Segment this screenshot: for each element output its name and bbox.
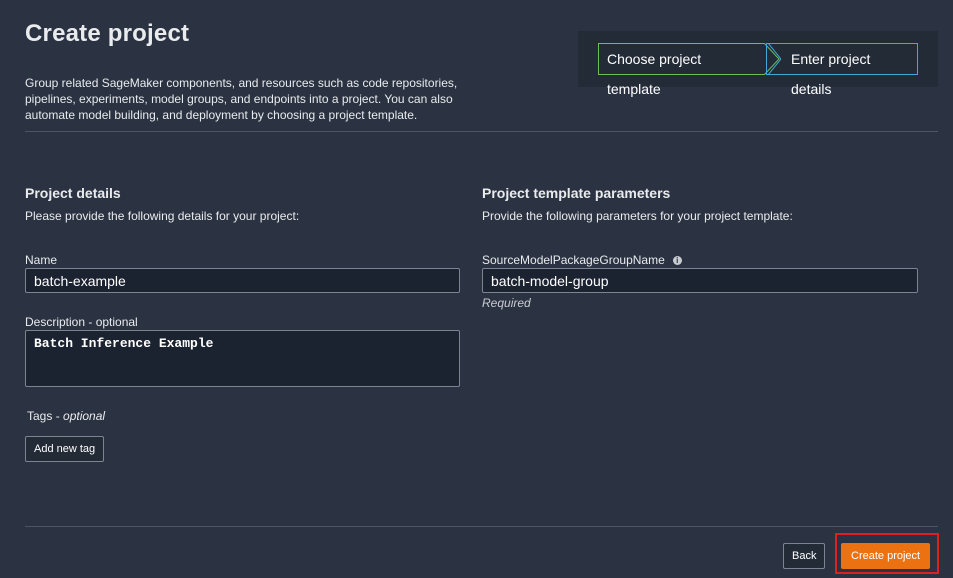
description-label: Description - optional bbox=[25, 315, 138, 329]
add-new-tag-button[interactable]: Add new tag bbox=[25, 436, 105, 462]
wizard-step-enter-details[interactable]: Enter project details bbox=[766, 43, 918, 97]
header-divider bbox=[25, 131, 938, 132]
project-details-subtitle: Please provide the following details for… bbox=[25, 209, 300, 223]
tags-label-separator: - bbox=[52, 409, 64, 423]
wizard-step-choose-template[interactable]: Choose project template bbox=[598, 43, 764, 97]
wizard-progress: Choose project template Enter project de… bbox=[578, 31, 938, 97]
tags-label: Tags - optional bbox=[27, 409, 105, 423]
info-icon[interactable]: i bbox=[672, 256, 682, 265]
page-description: Group related SageMaker components, and … bbox=[25, 76, 458, 122]
name-input[interactable] bbox=[25, 268, 460, 293]
project-details-heading: Project details bbox=[25, 185, 121, 201]
required-note: Required bbox=[482, 296, 531, 310]
back-button[interactable]: Back bbox=[783, 543, 826, 569]
create-project-highlight bbox=[835, 533, 939, 574]
description-textarea[interactable]: Batch Inference Example bbox=[25, 330, 460, 387]
page-title: Create project bbox=[25, 20, 190, 47]
source-model-package-group-label: SourceModelPackageGroupName i bbox=[482, 253, 682, 267]
tags-optional-text: optional bbox=[63, 409, 106, 423]
source-model-package-group-label-text: SourceModelPackageGroupName bbox=[482, 253, 665, 267]
source-model-package-group-input[interactable] bbox=[482, 268, 918, 293]
tags-label-text: Tags bbox=[27, 409, 53, 423]
footer-divider bbox=[25, 526, 938, 527]
template-params-heading: Project template parameters bbox=[482, 185, 671, 201]
name-label: Name bbox=[25, 253, 58, 267]
template-params-subtitle: Provide the following parameters for you… bbox=[482, 209, 793, 223]
